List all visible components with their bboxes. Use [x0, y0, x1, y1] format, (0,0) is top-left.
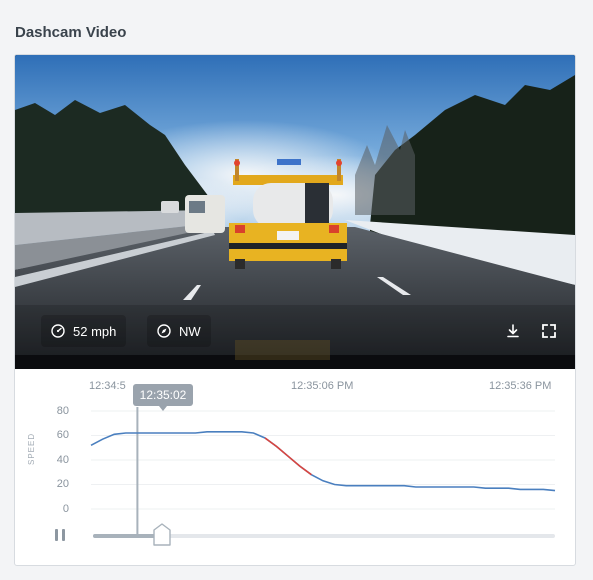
speed-value: 52 mph — [73, 323, 117, 339]
widget-title: Dashcam Video — [15, 24, 127, 41]
current-time-tooltip: 12:35:02 — [133, 384, 193, 411]
video-player[interactable]: 52 mph NW — [15, 55, 575, 369]
compass-icon — [157, 324, 171, 338]
dashcam-card: 52 mph NW 12:34:5 12:35:06 PM 12:35:36 P… — [14, 54, 576, 566]
speed-readout: 52 mph — [41, 315, 127, 347]
speed-timeline: 12:34:5 12:35:06 PM 12:35:36 PM SPEED 80… — [15, 369, 575, 565]
fullscreen-button[interactable] — [539, 321, 559, 341]
heading-readout: NW — [147, 315, 211, 347]
speed-line-highlight — [264, 437, 312, 476]
playback-handle[interactable] — [152, 523, 172, 547]
heading-value: NW — [179, 323, 201, 339]
download-icon — [507, 324, 519, 338]
pause-button[interactable] — [55, 529, 69, 543]
speedometer-icon — [51, 324, 65, 338]
speed-line — [90, 431, 556, 492]
download-button[interactable] — [503, 321, 523, 341]
pause-icon — [55, 529, 58, 541]
fullscreen-icon — [542, 324, 556, 338]
